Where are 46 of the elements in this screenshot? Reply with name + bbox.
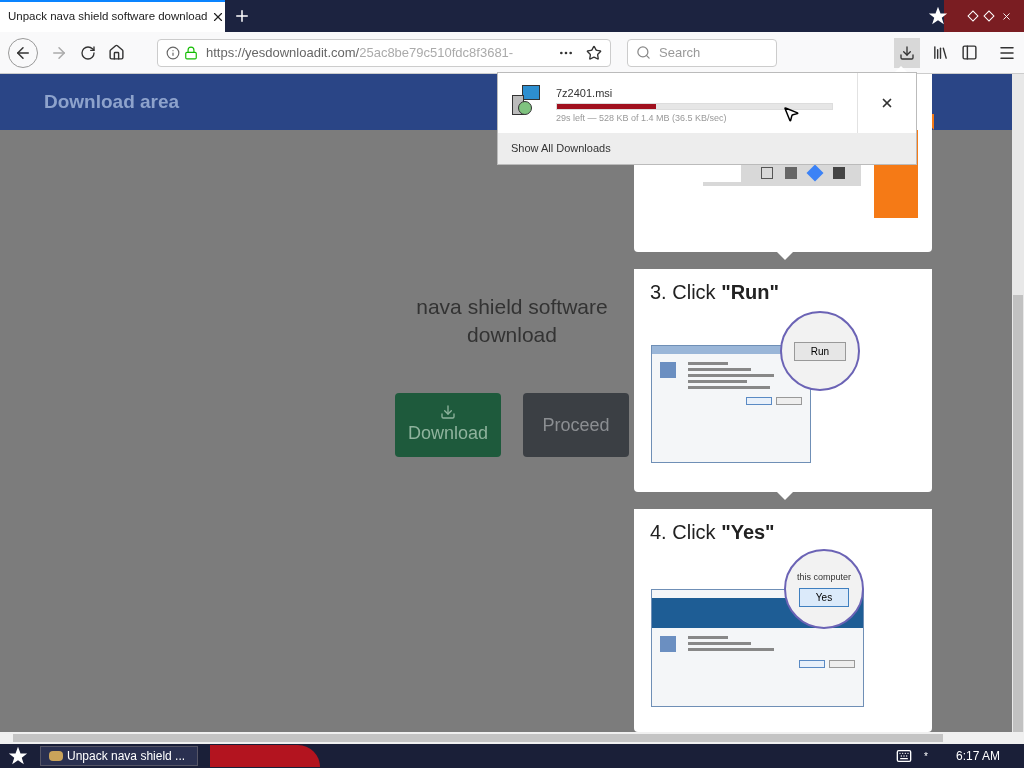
start-icon xyxy=(8,746,28,766)
header-title: Download area xyxy=(44,89,180,114)
text-line xyxy=(688,642,751,645)
text-line xyxy=(688,368,751,371)
library-icon[interactable] xyxy=(932,44,949,61)
download-button[interactable]: Download xyxy=(395,393,501,457)
new-tab-icon[interactable] xyxy=(233,7,251,25)
url-field[interactable]: https://yesdownloadit.com/25ac8be79c510fdc8f3681- xyxy=(157,38,611,67)
keyboard-icon[interactable] xyxy=(896,748,913,764)
cancel-icon[interactable] xyxy=(880,96,894,110)
download-icon xyxy=(899,44,915,61)
vertical-scrollbar[interactable] xyxy=(1012,74,1024,732)
installer-icon xyxy=(510,85,542,117)
text-line xyxy=(688,636,728,639)
app-icon xyxy=(660,362,676,378)
step-title: 4. Click "Yes" xyxy=(649,520,776,545)
search-field[interactable]: Search xyxy=(627,38,777,67)
search-icon xyxy=(636,45,651,60)
bookmark-icon[interactable] xyxy=(586,44,602,61)
home-icon[interactable] xyxy=(108,44,125,61)
downloads-button[interactable] xyxy=(894,37,920,68)
close-icon[interactable] xyxy=(1001,10,1012,22)
taskbar-task[interactable]: Unpack nava shield ... xyxy=(40,746,198,766)
search-input[interactable]: Search xyxy=(659,42,759,63)
url-domain: https://yesdownloadit.com/ xyxy=(206,44,360,60)
sidebar-icon[interactable] xyxy=(961,44,978,61)
clock: 6:17 AM xyxy=(955,748,1000,765)
mouse-cursor-icon xyxy=(782,105,800,123)
lock-icon xyxy=(184,45,198,60)
url-path: 25ac8be79c510fdc8f3681- xyxy=(359,44,514,60)
show-all-downloads[interactable]: Show All Downloads xyxy=(498,133,916,164)
download-status: 29s left — 528 KB of 1.4 MB (36.5 KB/sec) xyxy=(556,111,727,125)
tray-mark: * xyxy=(924,749,928,764)
app-icon xyxy=(660,636,676,652)
horizontal-scrollbar[interactable] xyxy=(0,732,1024,744)
text-line xyxy=(688,362,728,365)
download-icon xyxy=(440,403,456,420)
page-title: nava shield software download xyxy=(415,294,609,348)
info-icon[interactable] xyxy=(166,45,180,60)
browser-tab[interactable]: Unpack nava shield software download xyxy=(0,0,225,32)
star-icon xyxy=(928,6,948,26)
zoom-caption: this computer xyxy=(797,570,851,584)
reload-icon[interactable] xyxy=(80,44,96,61)
step-title: 3. Click "Run" xyxy=(649,280,780,305)
text-line xyxy=(688,380,747,383)
file-name: 7z2401.msi xyxy=(556,86,614,101)
